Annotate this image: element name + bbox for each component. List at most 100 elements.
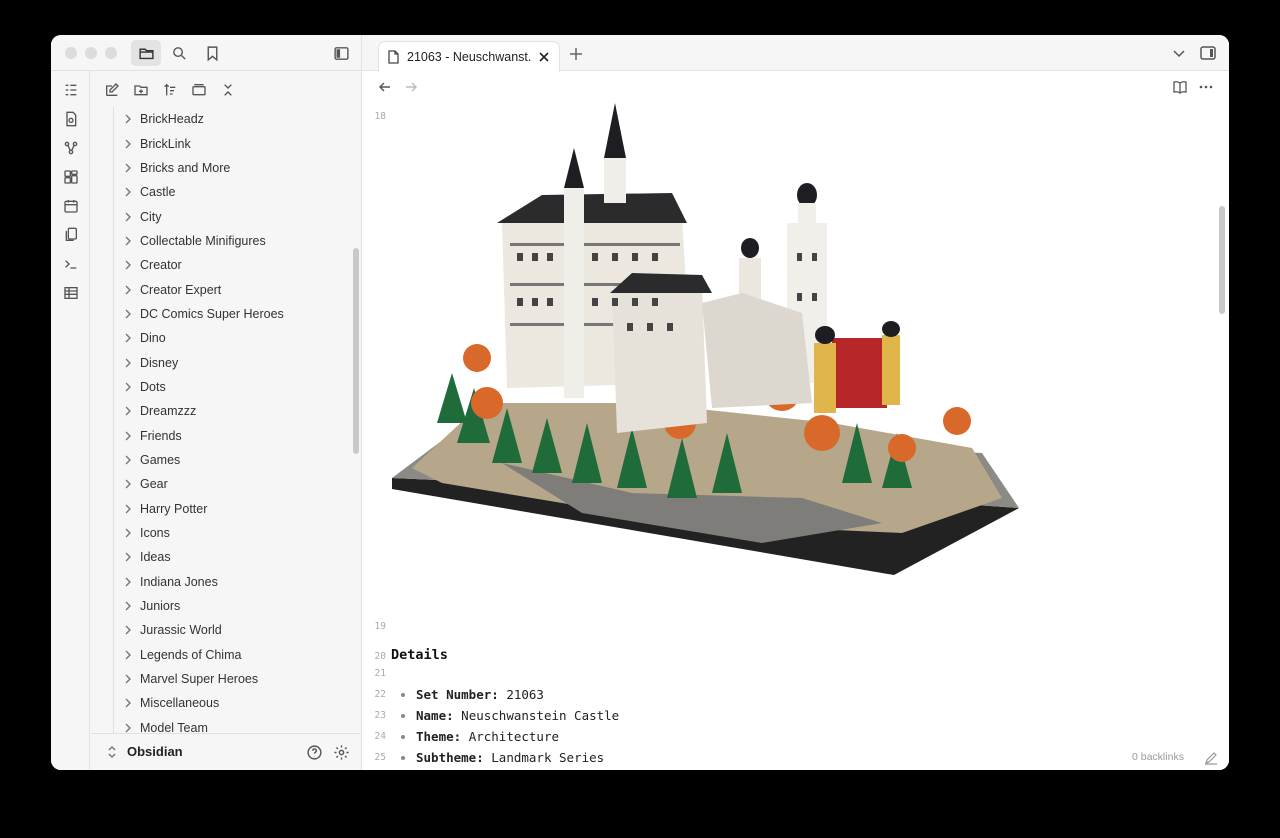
folder-item[interactable]: Disney: [114, 350, 347, 374]
folder-label: Indiana Jones: [140, 574, 218, 589]
folder-item[interactable]: Ideas: [114, 545, 347, 569]
daily-note-icon[interactable]: [61, 196, 80, 215]
line-number: 23: [374, 710, 386, 721]
folder-label: Jurassic World: [140, 623, 222, 638]
back-arrow-icon[interactable]: [377, 79, 393, 95]
folder-item[interactable]: Indiana Jones: [114, 570, 347, 594]
chevron-right-icon: [125, 285, 131, 295]
forward-arrow-icon[interactable]: [403, 79, 419, 95]
vault-switcher[interactable]: Obsidian: [91, 733, 362, 770]
chevron-right-icon: [125, 625, 131, 635]
tab-active-note[interactable]: 21063 - Neuschwanst...: [378, 41, 560, 72]
folder-item[interactable]: Marvel Super Heroes: [114, 667, 347, 691]
search-tab-button[interactable]: [164, 40, 194, 66]
folder-item[interactable]: Collectable Minifigures: [114, 229, 347, 253]
folder-item[interactable]: Creator: [114, 253, 347, 277]
folder-item[interactable]: DC Comics Super Heroes: [114, 302, 347, 326]
chevron-right-icon: [125, 187, 131, 197]
folder-item[interactable]: Miscellaneous: [114, 691, 347, 715]
tab-title: 21063 - Neuschwanst...: [407, 50, 531, 64]
collapse-sidebar-button[interactable]: [326, 40, 356, 66]
folder-item[interactable]: Creator Expert: [114, 277, 347, 301]
help-button[interactable]: [304, 742, 324, 762]
zoom-window-button[interactable]: [105, 47, 117, 59]
canvas-icon[interactable]: [61, 167, 80, 186]
close-window-button[interactable]: [65, 47, 77, 59]
folder-item[interactable]: Dino: [114, 326, 347, 350]
note-editor[interactable]: 18 19 20 Details 21 22 Set Number: 21063…: [362, 103, 1217, 770]
chevron-right-icon: [125, 650, 131, 660]
minimize-window-button[interactable]: [85, 47, 97, 59]
bookmarks-tab-button[interactable]: [197, 40, 227, 66]
collapse-all-button[interactable]: [217, 79, 239, 101]
sidebar-toolbar: [51, 35, 362, 71]
sidebar-scrollbar[interactable]: [353, 248, 359, 454]
folder-item[interactable]: Gear: [114, 472, 347, 496]
sort-icon: [164, 83, 176, 96]
reading-view-icon[interactable]: [1172, 79, 1188, 95]
list-bullet: [401, 756, 405, 760]
gear-icon: [333, 744, 349, 760]
files-tab-button[interactable]: [131, 40, 161, 66]
folder-item[interactable]: Castle: [114, 180, 347, 204]
line-number: 20: [374, 651, 386, 662]
new-tab-icon[interactable]: [567, 45, 585, 63]
right-sidebar-toggle-icon[interactable]: [1199, 44, 1217, 62]
folder-item[interactable]: Juniors: [114, 594, 347, 618]
collapse-all-icon: [224, 84, 232, 96]
table-icon[interactable]: [61, 283, 80, 302]
chevron-right-icon: [125, 698, 131, 708]
property-key: Name: [416, 708, 447, 723]
editor-scrollbar[interactable]: [1219, 206, 1225, 314]
ribbon: [51, 71, 90, 770]
folder-item[interactable]: Harry Potter: [114, 497, 347, 521]
new-folder-icon: [134, 85, 148, 96]
backlinks-count[interactable]: 0 backlinks: [1132, 751, 1184, 763]
folder-item[interactable]: BrickHeadz: [114, 107, 347, 131]
chevron-right-icon: [125, 455, 131, 465]
chevron-right-icon: [125, 552, 131, 562]
outline-icon[interactable]: [61, 80, 80, 99]
graph-view-icon[interactable]: [61, 138, 80, 157]
help-icon: [306, 744, 322, 760]
templates-icon[interactable]: [61, 225, 80, 244]
folder-label: Miscellaneous: [140, 696, 220, 711]
new-folder-button[interactable]: [130, 79, 152, 101]
folder-item[interactable]: Dots: [114, 375, 347, 399]
close-icon[interactable]: [537, 50, 551, 64]
auto-reveal-icon: [192, 84, 206, 96]
sidebar-toggle-icon: [333, 46, 349, 60]
folder-label: Ideas: [140, 550, 171, 565]
chevron-right-icon: [125, 358, 131, 368]
property-colon: :: [453, 729, 462, 744]
folder-item[interactable]: Bricks and More: [114, 156, 347, 180]
property-item: Theme: Architecture: [416, 729, 559, 744]
chevron-right-icon: [125, 212, 131, 222]
more-options-icon[interactable]: [1198, 79, 1214, 95]
auto-reveal-button[interactable]: [188, 79, 210, 101]
folder-item[interactable]: Model Team: [114, 716, 347, 733]
folder-label: Model Team: [140, 720, 208, 733]
edit-pencil-icon[interactable]: [1204, 751, 1218, 765]
new-note-icon: [106, 83, 119, 96]
property-key: Theme: [416, 729, 454, 744]
folder-item[interactable]: Dreamzzz: [114, 399, 347, 423]
random-note-icon[interactable]: [61, 109, 80, 128]
property-colon: :: [446, 708, 454, 723]
folder-item[interactable]: Jurassic World: [114, 618, 347, 642]
folder-item[interactable]: BrickLink: [114, 131, 347, 155]
chevron-down-icon[interactable]: [1170, 44, 1188, 62]
folder-item[interactable]: Legends of Chima: [114, 643, 347, 667]
folder-item[interactable]: Icons: [114, 521, 347, 545]
folder-tree: BrickHeadz BrickLink Bricks and More Castle…: [113, 107, 347, 733]
folder-item[interactable]: Games: [114, 448, 347, 472]
folder-item[interactable]: City: [114, 204, 347, 228]
app-window: BrickHeadz BrickLink Bricks and More Castle…: [51, 35, 1229, 770]
settings-button[interactable]: [331, 742, 351, 762]
new-note-button[interactable]: [101, 79, 123, 101]
command-palette-icon[interactable]: [61, 254, 80, 273]
folder-label: Juniors: [140, 599, 181, 614]
sort-button[interactable]: [159, 79, 181, 101]
folder-item[interactable]: Friends: [114, 423, 347, 447]
chevron-right-icon: [125, 382, 131, 392]
